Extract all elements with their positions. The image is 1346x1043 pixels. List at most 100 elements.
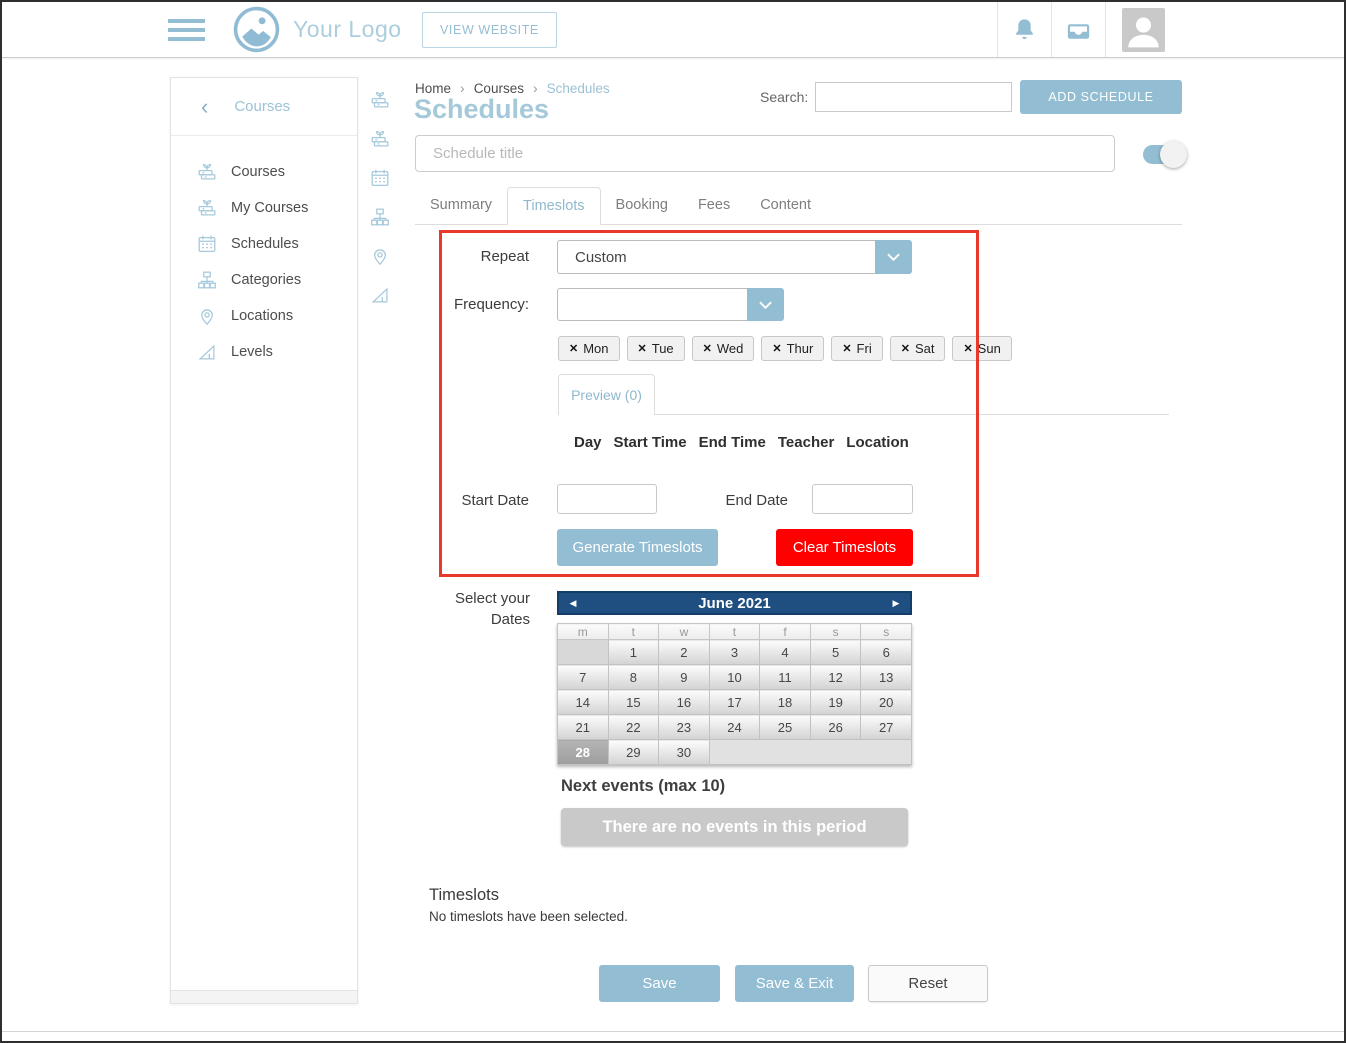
sidebar-item-locations[interactable]: Locations (171, 298, 357, 334)
chip-mon[interactable]: ✕Mon (558, 336, 620, 361)
calendar-day[interactable]: 3 (709, 640, 760, 665)
calendar-day[interactable]: 29 (608, 740, 659, 765)
status-toggle[interactable] (1143, 145, 1180, 164)
remove-icon[interactable]: ✕ (703, 342, 712, 355)
calendar-day-selected[interactable]: 28 (558, 740, 609, 765)
generate-timeslots-button[interactable]: Generate Timeslots (557, 529, 718, 566)
chip-tue[interactable]: ✕Tue (627, 336, 685, 361)
calendar-day[interactable]: 6 (861, 640, 912, 665)
calendar-day[interactable]: 1 (608, 640, 659, 665)
schedule-title-input[interactable] (415, 135, 1115, 172)
remove-icon[interactable]: ✕ (569, 342, 578, 355)
calendar-day[interactable]: 2 (659, 640, 710, 665)
user-avatar[interactable] (1122, 8, 1165, 52)
add-schedule-button[interactable]: ADD SCHEDULE (1020, 80, 1182, 114)
rail-categories-icon[interactable] (369, 206, 391, 233)
calendar-day[interactable]: 21 (558, 715, 609, 740)
frequency-chevron-down-icon[interactable] (747, 288, 784, 321)
breadcrumb-current: Schedules (547, 81, 610, 96)
notifications-bell-icon[interactable] (1011, 16, 1038, 43)
calendar-day[interactable]: 10 (709, 665, 760, 690)
calendar-day[interactable]: 9 (659, 665, 710, 690)
tab-booking[interactable]: Booking (601, 187, 683, 224)
calendar-day[interactable]: 17 (709, 690, 760, 715)
repeat-value: Custom (557, 240, 875, 274)
sidebar-item-courses[interactable]: Courses (171, 154, 357, 190)
chip-label: Sat (915, 341, 935, 356)
rail-locations-icon[interactable] (369, 245, 391, 272)
repeat-dropdown[interactable]: Custom (557, 240, 912, 274)
calendar-day[interactable]: 7 (558, 665, 609, 690)
calendar-prev-icon[interactable]: ◀ (561, 593, 585, 613)
calendar-day[interactable]: 23 (659, 715, 710, 740)
calendar-day[interactable]: 25 (760, 715, 811, 740)
calendar-day[interactable]: 16 (659, 690, 710, 715)
chip-thur[interactable]: ✕Thur (761, 336, 824, 361)
search-input[interactable] (815, 82, 1012, 112)
start-date-input[interactable] (557, 484, 657, 514)
rail-my-courses-icon[interactable] (369, 128, 391, 155)
tab-summary[interactable]: Summary (415, 187, 507, 224)
chip-wed[interactable]: ✕Wed (692, 336, 755, 361)
app-window: Your Logo VIEW WEBSITE ‹ Courses (0, 0, 1346, 1043)
rail-schedules-icon[interactable] (369, 167, 391, 194)
calendar-day[interactable]: 18 (760, 690, 811, 715)
tab-fees[interactable]: Fees (683, 187, 745, 224)
remove-icon[interactable]: ✕ (842, 342, 851, 355)
rail-courses-icon[interactable] (369, 89, 391, 116)
remove-icon[interactable]: ✕ (638, 342, 647, 355)
tab-content[interactable]: Content (745, 187, 826, 224)
remove-icon[interactable]: ✕ (772, 342, 781, 355)
calendar-day[interactable]: 24 (709, 715, 760, 740)
avatar-person-icon (1122, 8, 1165, 51)
calendar-blank-cell (558, 640, 609, 665)
icon-rail (360, 77, 400, 311)
column-header: Start Time (614, 434, 687, 451)
chip-sun[interactable]: ✕Sun (952, 336, 1011, 361)
tab-preview[interactable]: Preview (0) (558, 374, 655, 415)
calendar-day[interactable]: 22 (608, 715, 659, 740)
save-exit-button[interactable]: Save & Exit (735, 965, 854, 1002)
remove-icon[interactable]: ✕ (901, 342, 910, 355)
remove-icon[interactable]: ✕ (963, 342, 972, 355)
top-header: Your Logo VIEW WEBSITE (2, 2, 1344, 58)
calendar-day[interactable]: 14 (558, 690, 609, 715)
rail-levels-icon[interactable] (369, 284, 391, 311)
toggle-knob (1160, 141, 1187, 168)
inbox-icon[interactable] (1065, 18, 1092, 45)
calendar-day[interactable]: 8 (608, 665, 659, 690)
tab-timeslots[interactable]: Timeslots (507, 187, 601, 225)
calendar-day[interactable]: 26 (810, 715, 861, 740)
categories-icon (196, 269, 218, 291)
sidebar-back[interactable]: ‹ Courses (171, 78, 357, 136)
clear-timeslots-button[interactable]: Clear Timeslots (776, 529, 913, 566)
calendar-day[interactable]: 30 (659, 740, 710, 765)
calendar-day[interactable]: 13 (861, 665, 912, 690)
chip-sat[interactable]: ✕ Sat (890, 336, 946, 361)
calendar-day[interactable]: 12 (810, 665, 861, 690)
calendar-day[interactable]: 11 (760, 665, 811, 690)
sidebar-item-my-courses[interactable]: My Courses (171, 190, 357, 226)
calendar-day[interactable]: 19 (810, 690, 861, 715)
sidebar-item-categories[interactable]: Categories (171, 262, 357, 298)
hamburger-menu-icon[interactable] (168, 19, 205, 41)
save-button[interactable]: Save (599, 965, 720, 1002)
calendar-grid: m t w t f s s 1 2 3 4 5 6 7 8 9 10 (557, 623, 912, 765)
reset-button[interactable]: Reset (868, 965, 988, 1002)
sidebar-item-schedules[interactable]: Schedules (171, 226, 357, 262)
repeat-chevron-down-icon[interactable] (875, 240, 912, 274)
calendar-day[interactable]: 5 (810, 640, 861, 665)
schedules-icon (196, 233, 218, 255)
view-website-button[interactable]: VIEW WEBSITE (422, 12, 557, 48)
calendar-day[interactable]: 4 (760, 640, 811, 665)
sidebar-item-levels[interactable]: Levels (171, 334, 357, 370)
chip-fri[interactable]: ✕Fri (831, 336, 882, 361)
calendar-next-icon[interactable]: ▶ (884, 593, 908, 613)
logo[interactable]: Your Logo (232, 5, 402, 54)
end-date-input[interactable] (812, 484, 913, 514)
calendar-day[interactable]: 27 (861, 715, 912, 740)
calendar-day[interactable]: 20 (861, 690, 912, 715)
sidebar-item-label: Schedules (231, 236, 299, 252)
calendar-day[interactable]: 15 (608, 690, 659, 715)
frequency-dropdown[interactable] (557, 288, 784, 321)
